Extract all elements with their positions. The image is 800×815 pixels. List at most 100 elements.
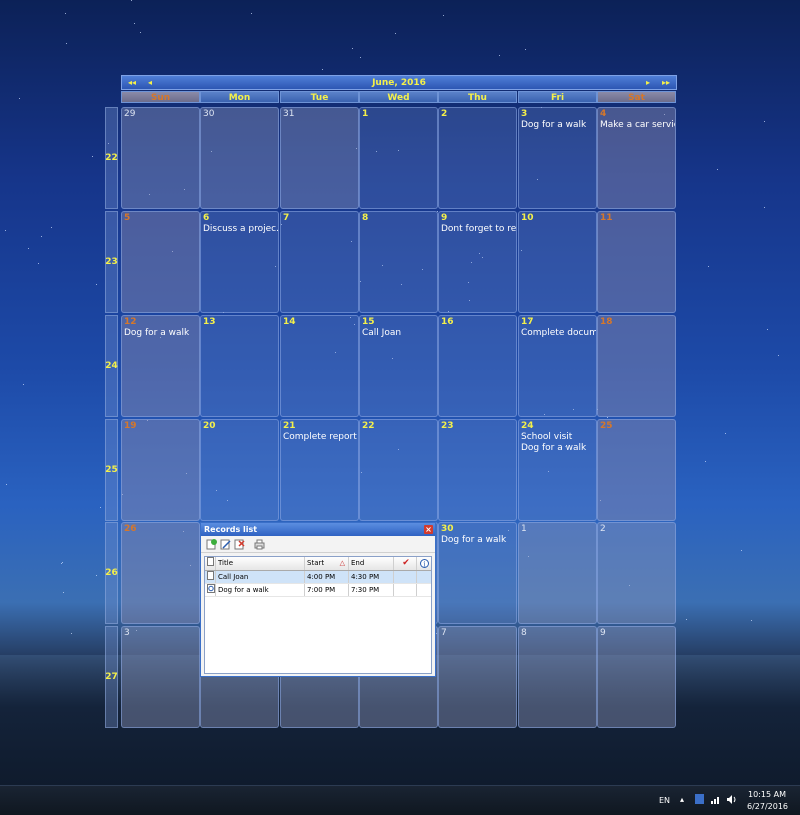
day-cell[interactable]: 19 (121, 419, 200, 521)
star (708, 266, 709, 267)
week-number[interactable]: 23 (105, 211, 118, 313)
delete-record-icon[interactable] (234, 539, 245, 550)
week-number[interactable]: 25 (105, 419, 118, 521)
print-icon[interactable] (254, 539, 265, 550)
table-row[interactable]: Dog for a walk 7:00 PM 7:30 PM (205, 584, 431, 597)
day-cell[interactable]: 1 (518, 522, 597, 624)
day-cell[interactable]: 25 (597, 419, 676, 521)
app-tray-icon[interactable] (695, 794, 704, 804)
event-item[interactable]: Call Joan (362, 328, 401, 338)
day-cell[interactable]: 30 Dog for a walk (438, 522, 517, 624)
day-cell[interactable]: 22 (359, 419, 438, 521)
day-number: 22 (362, 421, 375, 431)
event-item[interactable]: Make a car service (600, 120, 675, 130)
day-number: 6 (203, 213, 210, 223)
taskbar: EN ▴ 10:15 AM 6/27/2016 (0, 785, 800, 815)
record-info[interactable] (417, 571, 431, 583)
event-item[interactable]: Complete report (283, 432, 357, 442)
column-end[interactable]: End (349, 557, 394, 570)
prev-month-button[interactable]: ◂ (148, 76, 152, 89)
day-cell[interactable]: 8 (359, 211, 438, 313)
day-number: 21 (283, 421, 296, 431)
day-cell[interactable]: 15 Call Joan (359, 315, 438, 417)
clock-date[interactable]: 6/27/2016 (747, 802, 788, 811)
column-info-icon[interactable]: i (417, 557, 431, 570)
day-cell[interactable]: 6 Discuss a projec... (200, 211, 279, 313)
day-cell[interactable]: 23 (438, 419, 517, 521)
day-cell[interactable]: 26 (121, 522, 200, 624)
day-number: 18 (600, 317, 613, 327)
day-cell[interactable]: 4 Make a car service (597, 107, 676, 209)
day-cell[interactable]: 9 Dont forget to re... (438, 211, 517, 313)
day-cell[interactable]: 17Complete docum... (518, 315, 597, 417)
week-number[interactable]: 22 (105, 107, 118, 209)
day-cell[interactable]: 12 Dog for a walk (121, 315, 200, 417)
next-year-button[interactable]: ▸▸ (662, 76, 670, 89)
column-start[interactable]: Start △ (305, 557, 349, 570)
event-item[interactable]: Complete docum... (521, 328, 596, 338)
show-hidden-icons-icon[interactable]: ▴ (680, 795, 684, 804)
day-cell[interactable]: 20 (200, 419, 279, 521)
day-cell[interactable]: 2 (597, 522, 676, 624)
event-item[interactable]: Dont forget to re... (441, 224, 516, 234)
day-number: 12 (124, 317, 137, 327)
day-cell[interactable]: 2 (438, 107, 517, 209)
day-cell[interactable]: 11 (597, 211, 676, 313)
day-cell[interactable]: 1 (359, 107, 438, 209)
table-row[interactable]: Call Joan 4:00 PM 4:30 PM (205, 571, 431, 584)
day-cell[interactable]: 21 Complete report (280, 419, 359, 521)
day-cell[interactable]: 8 (518, 626, 597, 728)
record-info[interactable] (417, 584, 431, 596)
day-number: 30 (203, 109, 215, 119)
day-cell[interactable]: 29 (121, 107, 200, 209)
records-title-bar[interactable]: Records list × (201, 523, 435, 536)
event-item[interactable]: Dog for a walk (441, 535, 506, 545)
record-done[interactable] (394, 584, 417, 596)
day-cell[interactable]: 30 (200, 107, 279, 209)
column-title[interactable]: Title (216, 557, 305, 570)
day-cell[interactable]: 5 (121, 211, 200, 313)
day-number: 4 (600, 109, 607, 119)
day-cell[interactable]: 7 (438, 626, 517, 728)
day-cell[interactable]: 31 (280, 107, 359, 209)
volume-icon[interactable] (727, 795, 738, 806)
day-cell[interactable]: 10 (518, 211, 597, 313)
day-number: 10 (521, 213, 534, 223)
close-icon[interactable]: × (424, 525, 433, 534)
day-cell[interactable]: 16 (438, 315, 517, 417)
event-item[interactable]: Dog for a walk (124, 328, 189, 338)
column-done-check-icon[interactable]: ✔ (394, 557, 417, 570)
day-cell[interactable]: 7 (280, 211, 359, 313)
edit-record-icon[interactable] (220, 539, 231, 550)
day-cell[interactable]: 24 School visit Dog for a walk (518, 419, 597, 521)
add-record-icon[interactable] (206, 538, 217, 550)
day-cell[interactable]: 18 (597, 315, 676, 417)
star (134, 23, 135, 24)
star (28, 248, 29, 249)
star (65, 13, 66, 14)
network-icon[interactable] (711, 795, 721, 806)
week-number[interactable]: 26 (105, 522, 118, 624)
star (92, 156, 93, 157)
event-item[interactable]: Dog for a walk (521, 120, 586, 130)
week-number[interactable]: 24 (105, 315, 118, 417)
language-indicator[interactable]: EN (659, 796, 670, 805)
star (6, 484, 7, 485)
next-month-button[interactable]: ▸ (646, 76, 650, 89)
day-cell[interactable]: 3 (121, 626, 200, 728)
day-number: 8 (521, 628, 527, 638)
prev-year-button[interactable]: ◂◂ (128, 76, 136, 89)
event-item[interactable]: Dog for a walk (521, 443, 586, 453)
day-number: 20 (203, 421, 216, 431)
star (686, 619, 687, 620)
event-item[interactable]: Discuss a projec... (203, 224, 278, 234)
day-cell[interactable]: 14 (280, 315, 359, 417)
day-cell[interactable]: 9 (597, 626, 676, 728)
day-cell[interactable]: 3 Dog for a walk (518, 107, 597, 209)
event-item[interactable]: School visit (521, 432, 572, 442)
record-done[interactable] (394, 571, 417, 583)
week-number[interactable]: 27 (105, 626, 118, 728)
day-cell[interactable]: 13 (200, 315, 279, 417)
day-number: 3 (521, 109, 528, 119)
clock-time[interactable]: 10:15 AM (748, 790, 786, 799)
